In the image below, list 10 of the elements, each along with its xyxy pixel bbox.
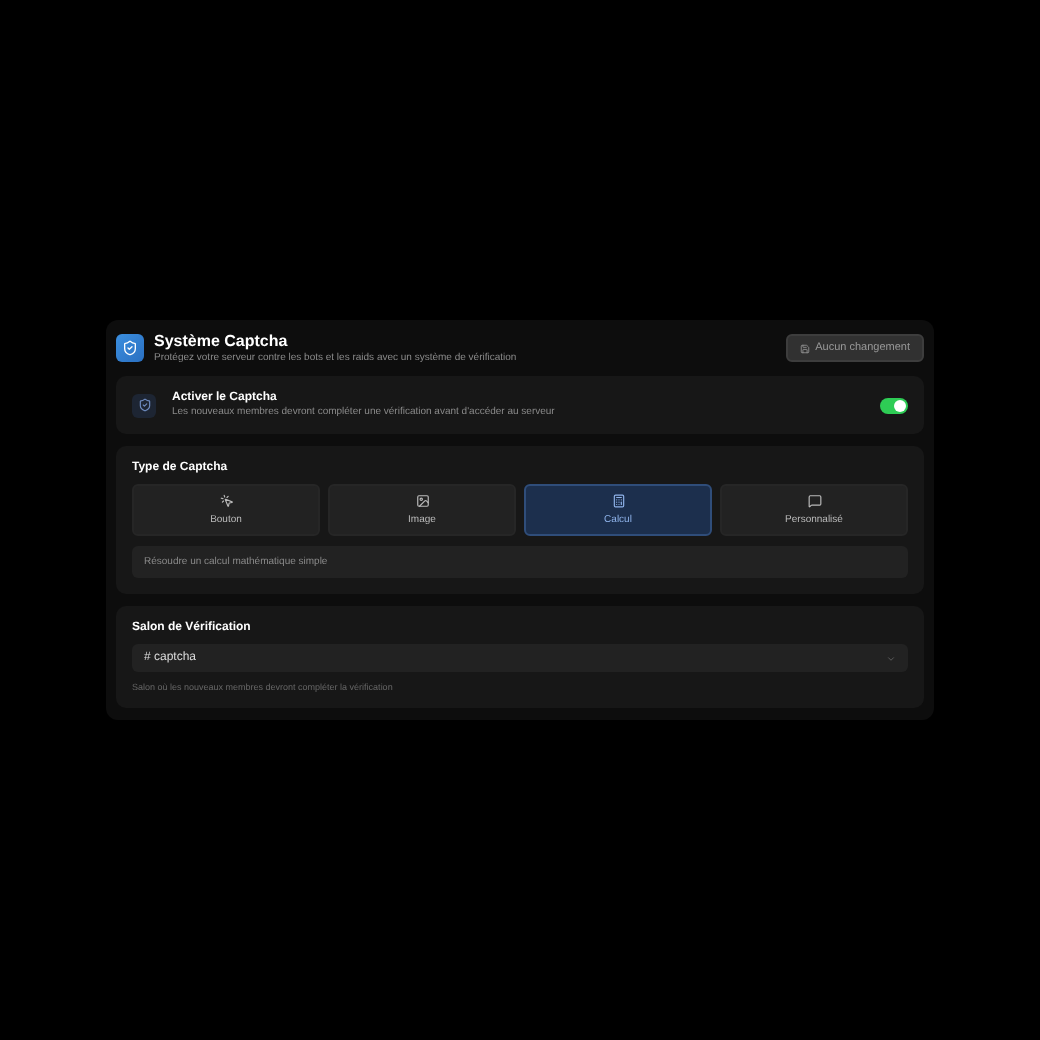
- page-title: Système Captcha: [154, 332, 290, 350]
- floppy-disk-icon: [799, 343, 810, 353]
- toggle-switch[interactable]: [880, 397, 908, 413]
- pointer-icon: [219, 494, 233, 508]
- chat-bubble-icon: [807, 494, 821, 508]
- chevron-down-icon: [886, 653, 896, 663]
- image-icon: [415, 494, 429, 508]
- shield-icon: [132, 393, 156, 417]
- calculator-icon: [611, 494, 625, 508]
- shield-icon: [116, 334, 144, 362]
